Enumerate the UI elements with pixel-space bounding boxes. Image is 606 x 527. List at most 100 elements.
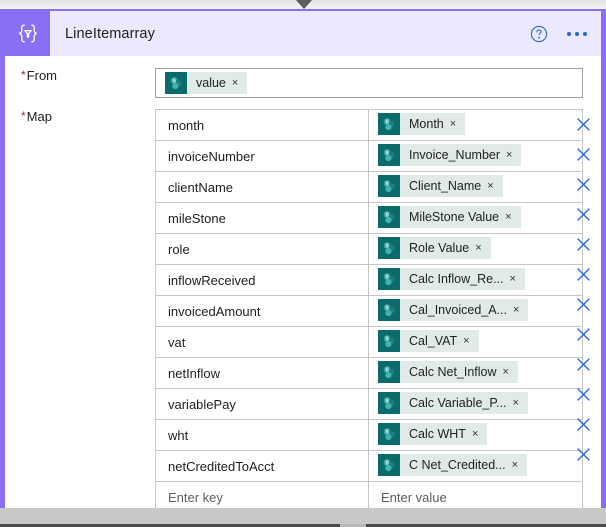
required-asterisk: * <box>21 68 26 82</box>
map-key-input[interactable]: clientName <box>155 171 369 203</box>
map-value-input[interactable]: S Role Value × <box>368 233 583 265</box>
map-row-delete-icon[interactable] <box>573 414 593 434</box>
from-token-text: value <box>196 76 226 90</box>
svg-text:S: S <box>385 368 389 374</box>
from-token-remove-icon[interactable]: × <box>232 77 247 89</box>
ellipsis-dot <box>575 31 579 36</box>
map-value-input[interactable]: S Calc Inflow_Re... × <box>368 264 583 296</box>
map-key-input[interactable]: mileStone <box>155 202 369 234</box>
map-value-token[interactable]: S Role Value × <box>378 237 491 259</box>
map-key-input[interactable]: invoiceNumber <box>155 140 369 172</box>
map-value-token[interactable]: S MileStone Value × <box>378 206 521 228</box>
map-value-token-text: Calc Variable_P... <box>409 396 507 410</box>
map-key-input[interactable]: netCreditedToAcct <box>155 450 369 482</box>
map-value-token[interactable]: S Client_Name × <box>378 175 503 197</box>
map-key-input[interactable]: netInflow <box>155 357 369 389</box>
map-row-action-group <box>567 439 606 469</box>
map-value-input[interactable]: S Client_Name × <box>368 171 583 203</box>
map-value-token[interactable]: S C Net_Credited... × <box>378 454 528 476</box>
map-row-delete-icon[interactable] <box>573 144 593 164</box>
map-label: *Map <box>5 109 155 124</box>
map-row-delete-icon[interactable] <box>573 294 593 314</box>
map-row: invoicedAmount S Cal_Invoiced_A... × <box>155 295 583 327</box>
collapse-chevron-strip <box>0 0 606 9</box>
map-value-token-remove-icon[interactable]: × <box>512 459 527 471</box>
required-asterisk: * <box>21 109 26 123</box>
map-row-delete-icon[interactable] <box>573 444 593 464</box>
map-value-token-remove-icon[interactable]: × <box>506 149 521 161</box>
map-value-input[interactable]: S Invoice_Number × <box>368 140 583 172</box>
map-value-token[interactable]: S Month × <box>378 113 466 135</box>
map-row-action-group <box>567 229 606 259</box>
map-value-token-remove-icon[interactable]: × <box>487 180 502 192</box>
map-row-delete-icon[interactable] <box>573 384 593 404</box>
map-value-token-remove-icon[interactable]: × <box>503 366 518 378</box>
map-label-text: Map <box>26 109 52 124</box>
map-value-token-remove-icon[interactable]: × <box>463 335 478 347</box>
from-token[interactable]: S value × <box>165 72 248 94</box>
sharepoint-icon: S <box>378 175 400 197</box>
map-value-token[interactable]: S Invoice_Number × <box>378 144 522 166</box>
map-value-token-remove-icon[interactable]: × <box>513 304 528 316</box>
chevron-down-icon[interactable] <box>296 0 312 9</box>
sharepoint-icon: S <box>378 144 400 166</box>
map-row: invoiceNumber S Invoice_Number × <box>155 140 583 172</box>
map-value-token-remove-icon[interactable]: × <box>513 397 528 409</box>
map-row-delete-icon[interactable] <box>573 354 593 374</box>
map-value-input[interactable]: S MileStone Value × <box>368 202 583 234</box>
map-value-token-text: Cal_Invoiced_A... <box>409 303 507 317</box>
map-value-token[interactable]: S Cal_VAT × <box>378 330 479 352</box>
map-row-delete-icon[interactable] <box>573 324 593 344</box>
from-field-row: *From S value × <box>5 68 601 98</box>
map-value-input[interactable]: S C Net_Credited... × <box>368 450 583 482</box>
map-key-input[interactable]: wht <box>155 419 369 451</box>
map-value-input[interactable]: S Cal_VAT × <box>368 326 583 358</box>
svg-text:S: S <box>385 182 389 188</box>
map-value-token[interactable]: S Calc Net_Inflow × <box>378 361 518 383</box>
map-value-token-remove-icon[interactable]: × <box>509 273 524 285</box>
map-row-delete-icon[interactable] <box>573 174 593 194</box>
svg-text:S: S <box>385 275 389 281</box>
map-field-row: *Map month S Month × invoiceNumber S Invoice_N… <box>5 109 601 513</box>
map-value-input[interactable]: S Cal_Invoiced_A... × <box>368 295 583 327</box>
map-row-delete-icon[interactable] <box>573 234 593 254</box>
map-value-input[interactable]: S Calc Variable_P... × <box>368 388 583 420</box>
map-key-input[interactable]: vat <box>155 326 369 358</box>
svg-text:S: S <box>385 244 389 250</box>
map-value-token-remove-icon[interactable]: × <box>505 211 520 223</box>
map-key-input[interactable]: month <box>155 109 369 141</box>
map-value-input[interactable]: S Calc Net_Inflow × <box>368 357 583 389</box>
map-row-delete-icon[interactable] <box>573 114 593 134</box>
map-value-token-text: Role Value <box>409 241 470 255</box>
map-row: netCreditedToAcct S C Net_Credited... × <box>155 450 583 482</box>
map-key-input[interactable]: invoicedAmount <box>155 295 369 327</box>
sharepoint-icon: S <box>378 361 400 383</box>
map-table-body: month S Month × invoiceNumber S Invoice_Number… <box>155 109 583 513</box>
map-row-delete-icon[interactable] <box>573 204 593 224</box>
map-key-input[interactable]: variablePay <box>155 388 369 420</box>
map-value-token[interactable]: S Calc Variable_P... × <box>378 392 528 414</box>
map-value-token[interactable]: S Calc WHT × <box>378 423 488 445</box>
map-value-token-text: C Net_Credited... <box>409 458 506 472</box>
map-value-token-remove-icon[interactable]: × <box>450 118 465 130</box>
map-value-token[interactable]: S Calc Inflow_Re... × <box>378 268 525 290</box>
svg-text:S: S <box>385 399 389 405</box>
map-key-input[interactable]: inflowReceived <box>155 264 369 296</box>
ellipsis-icon[interactable] <box>565 31 589 36</box>
map-row-action-group <box>567 109 606 139</box>
svg-text:S: S <box>385 337 389 343</box>
map-row-delete-icon[interactable] <box>573 264 593 284</box>
map-row-action-group <box>567 319 606 349</box>
from-input[interactable]: S value × <box>155 68 583 98</box>
map-value-input[interactable]: S Month × <box>368 109 583 141</box>
map-value-token-remove-icon[interactable]: × <box>475 242 490 254</box>
svg-text:S: S <box>385 461 389 467</box>
card-title: LineItemarray <box>65 25 155 42</box>
map-value-token[interactable]: S Cal_Invoiced_A... × <box>378 299 529 321</box>
help-circle-icon[interactable] <box>529 24 549 44</box>
map-value-token-remove-icon[interactable]: × <box>472 428 487 440</box>
map-key-input[interactable]: role <box>155 233 369 265</box>
braces-filter-icon <box>5 11 50 56</box>
header-actions <box>529 11 589 56</box>
map-value-input[interactable]: S Calc WHT × <box>368 419 583 451</box>
